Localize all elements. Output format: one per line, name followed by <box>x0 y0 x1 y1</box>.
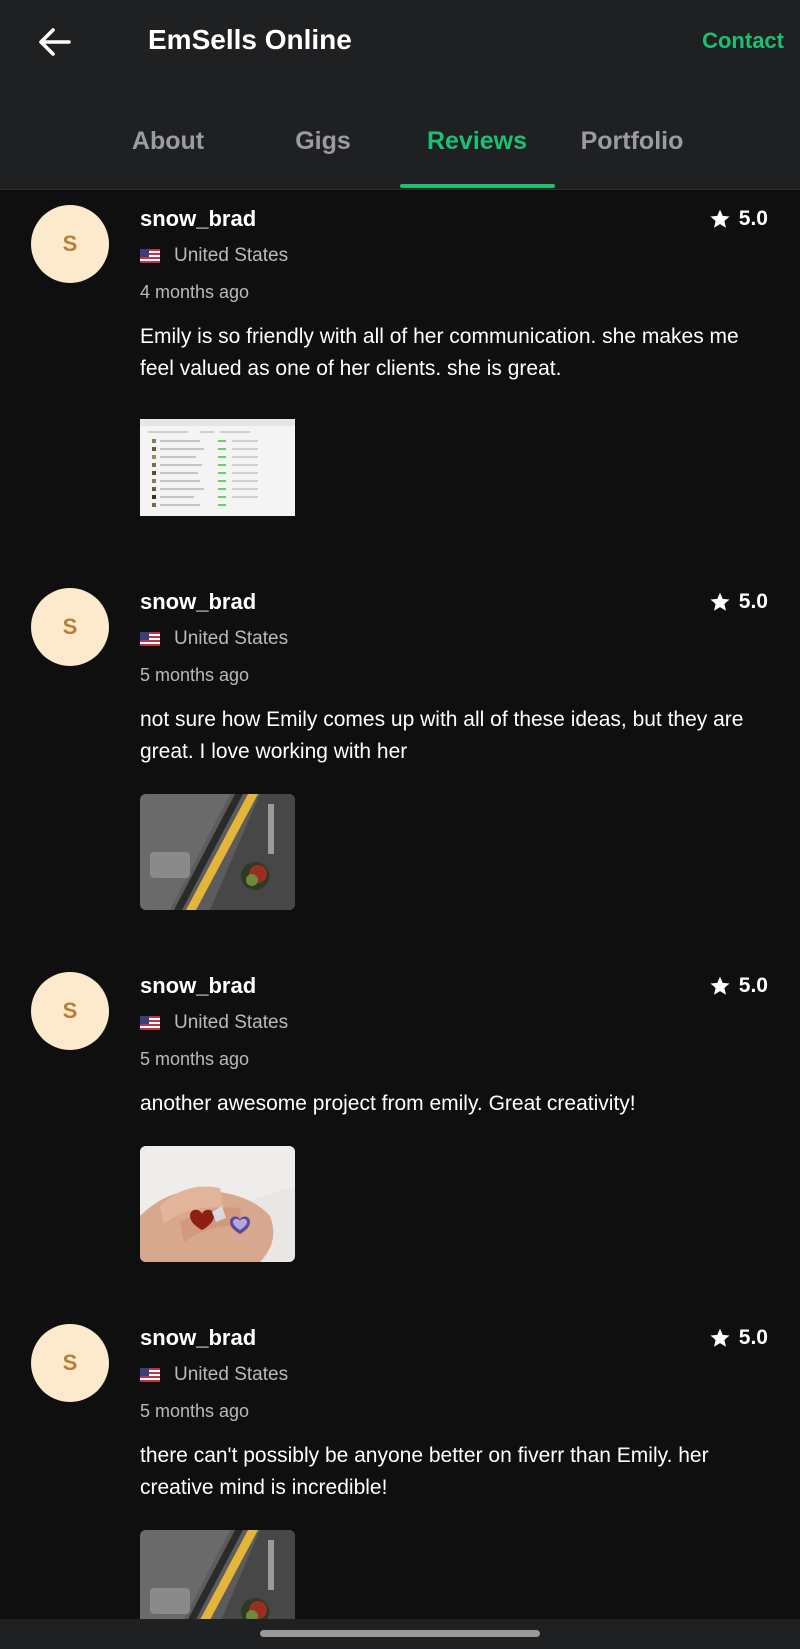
us-flag-icon <box>140 249 160 263</box>
tab-about[interactable]: About <box>93 124 243 158</box>
arrow-left-icon <box>39 28 71 56</box>
rating-value: 5.0 <box>738 974 768 997</box>
review-rating: 5.0 <box>709 972 768 1000</box>
country-name: United States <box>174 1364 289 1385</box>
avatar[interactable]: S <box>31 205 109 283</box>
reviewer-username[interactable]: snow_brad <box>140 972 256 1000</box>
reviewer-country: United States <box>140 1362 288 1388</box>
avatar[interactable]: S <box>31 972 109 1050</box>
system-navigation-bar <box>0 1619 800 1649</box>
review-rating: 5.0 <box>709 205 768 233</box>
rating-value: 5.0 <box>738 590 768 613</box>
tab-bar: About Gigs Reviews Portfolio <box>0 118 800 190</box>
review-time: 5 months ago <box>140 665 250 685</box>
review-item: S snow_brad 5.0 United States 4 months a… <box>0 191 800 571</box>
review-text: not sure how Emily comes up with all of … <box>140 708 744 763</box>
review-time: 5 months ago <box>140 1401 250 1421</box>
review-text: Emily is so friendly with all of her com… <box>140 325 739 380</box>
star-icon <box>710 592 730 611</box>
rating-value: 5.0 <box>738 1326 768 1349</box>
tab-portfolio[interactable]: Portfolio <box>557 124 707 158</box>
us-flag-icon <box>140 632 160 646</box>
review-rating: 5.0 <box>709 1324 768 1352</box>
rating-value: 5.0 <box>738 207 768 230</box>
review-attachment-thumbnail[interactable] <box>140 1146 295 1262</box>
tab-gigs[interactable]: Gigs <box>248 124 398 158</box>
review-attachment-thumbnail[interactable] <box>140 794 295 910</box>
country-name: United States <box>174 1012 289 1033</box>
back-button[interactable] <box>34 22 74 62</box>
star-icon <box>710 976 730 995</box>
page-title: EmSells Online <box>148 24 352 55</box>
review-item: S snow_brad 5.0 United States 5 months a… <box>0 1311 800 1619</box>
review-text: there can't possibly be anyone better on… <box>140 1444 709 1499</box>
reviewer-username[interactable]: snow_brad <box>140 1324 256 1352</box>
reviewer-country: United States <box>140 243 288 269</box>
reviewer-username[interactable]: snow_brad <box>140 205 256 233</box>
country-name: United States <box>174 628 289 649</box>
reviews-list[interactable]: S snow_brad 5.0 United States 4 months a… <box>0 191 800 1619</box>
review-time: 5 months ago <box>140 1049 250 1069</box>
contact-button[interactable]: Contact <box>702 26 784 56</box>
reviewer-country: United States <box>140 626 288 652</box>
star-icon <box>710 1328 730 1347</box>
review-rating: 5.0 <box>709 588 768 616</box>
avatar[interactable]: S <box>31 1324 109 1402</box>
review-time: 4 months ago <box>140 282 250 302</box>
reviewer-username[interactable]: snow_brad <box>140 588 256 616</box>
country-name: United States <box>174 245 289 266</box>
review-item: S snow_brad 5.0 United States 5 months a… <box>0 575 800 955</box>
review-attachment-thumbnail[interactable] <box>140 1530 295 1619</box>
us-flag-icon <box>140 1016 160 1030</box>
review-item: S snow_brad 5.0 United States 5 months a… <box>0 959 800 1309</box>
avatar[interactable]: S <box>31 588 109 666</box>
us-flag-icon <box>140 1368 160 1382</box>
home-indicator[interactable] <box>260 1630 540 1637</box>
tab-reviews[interactable]: Reviews <box>402 124 552 158</box>
review-attachment-thumbnail[interactable] <box>140 419 295 516</box>
star-icon <box>710 209 730 228</box>
active-tab-indicator <box>400 184 555 188</box>
app-header: EmSells Online Contact About Gigs Review… <box>0 0 800 190</box>
reviewer-country: United States <box>140 1010 288 1036</box>
review-text: another awesome project from emily. Grea… <box>140 1092 636 1115</box>
